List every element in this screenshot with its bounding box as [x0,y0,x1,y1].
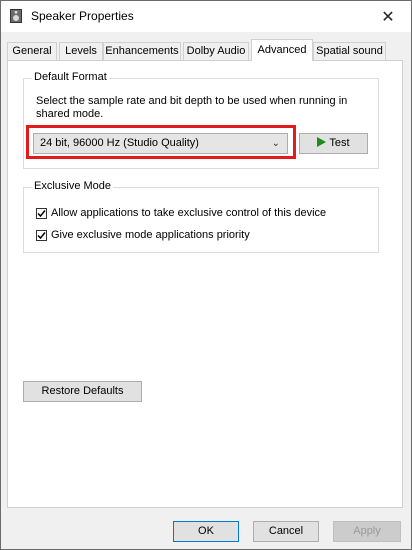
exclusive-control-option[interactable]: Allow applications to take exclusive con… [36,207,326,219]
restore-defaults-button[interactable]: Restore Defaults [23,381,142,402]
exclusive-priority-label: Give exclusive mode applications priorit… [51,229,250,241]
close-icon: ✕ [381,8,395,26]
test-button[interactable]: Test [299,133,368,154]
cancel-button[interactable]: Cancel [253,521,319,542]
window-title: Speaker Properties [31,9,134,23]
tab-bar: General Levels Enhancements Dolby Audio … [7,39,405,61]
exclusive-mode-group: Exclusive Mode [23,180,379,253]
exclusive-mode-label: Exclusive Mode [32,180,114,192]
close-button[interactable]: ✕ [365,1,411,32]
tab-enhancements[interactable]: Enhancements [103,42,181,60]
checkmark-icon [37,209,46,217]
tab-dolby-audio[interactable]: Dolby Audio [183,42,249,60]
checkmark-icon [37,231,46,239]
exclusive-priority-option[interactable]: Give exclusive mode applications priorit… [36,229,250,241]
apply-button[interactable]: Apply [333,521,401,542]
speaker-properties-window: Speaker Properties ✕ General Levels Enha… [0,0,412,550]
exclusive-control-label: Allow applications to take exclusive con… [51,207,327,219]
tab-general[interactable]: General [7,42,57,60]
exclusive-priority-checkbox[interactable] [36,229,47,241]
tab-advanced[interactable]: Advanced [251,39,313,61]
highlight-box [26,125,296,159]
exclusive-control-checkbox[interactable] [36,207,47,219]
ok-button[interactable]: OK [173,521,239,542]
default-format-label: Default Format [32,71,109,83]
test-button-label: Test [329,137,350,149]
speaker-icon [10,9,22,23]
tab-levels[interactable]: Levels [59,42,103,60]
title-bar[interactable]: Speaker Properties ✕ [1,1,411,32]
play-icon [317,137,327,148]
default-format-description: Select the sample rate and bit depth to … [36,95,348,120]
tab-spatial-sound[interactable]: Spatial sound [313,42,386,60]
